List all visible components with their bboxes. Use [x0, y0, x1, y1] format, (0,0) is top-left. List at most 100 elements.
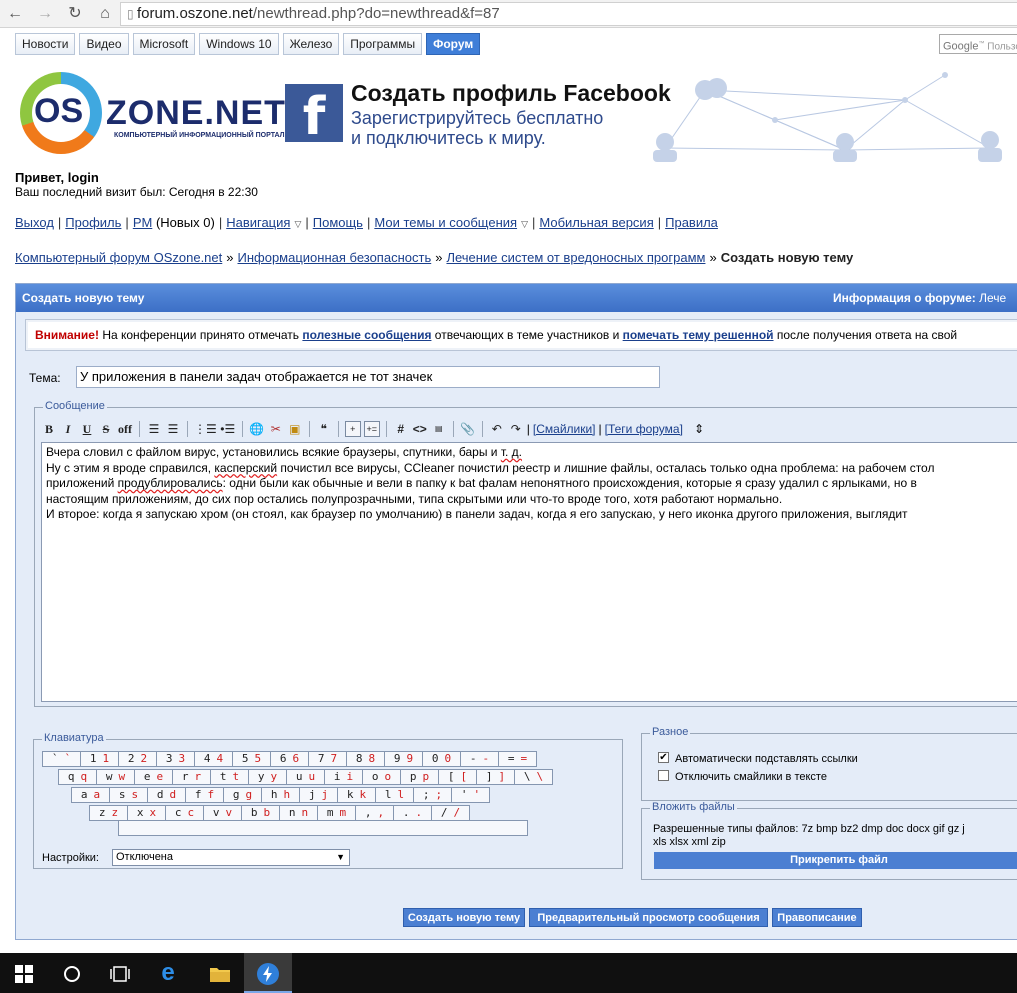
facebook-ad-banner[interactable]: f Создать профиль Facebook Зарегистрируй…: [285, 66, 1017, 164]
tab-video[interactable]: Видео: [79, 33, 129, 55]
forward-arrow-icon[interactable]: →: [34, 3, 56, 25]
site-logo[interactable]: OS ZONE.NET КОМПЬЮТЕРНЫЙ ИНФОРМАЦИОННЫЙ …: [20, 70, 285, 160]
php-icon[interactable]: ▤: [431, 420, 447, 438]
tab-programs[interactable]: Программы: [343, 33, 423, 55]
keyboard-key[interactable]: 55: [232, 751, 271, 767]
keyboard-key[interactable]: ' ': [451, 787, 490, 803]
underline-button[interactable]: U: [79, 420, 95, 438]
useful-posts-link[interactable]: полезные сообщения: [302, 328, 431, 342]
keyboard-key[interactable]: ii: [324, 769, 363, 785]
task-view-icon[interactable]: [96, 953, 144, 993]
tab-windows10[interactable]: Windows 10: [199, 33, 279, 55]
bold-button[interactable]: B: [41, 420, 57, 438]
mark-solved-link[interactable]: помечать тему решенной: [623, 328, 774, 342]
keyboard-key[interactable]: zz: [89, 805, 128, 821]
align-left-icon[interactable]: ☰: [146, 420, 162, 438]
keyboard-key[interactable]: jj: [299, 787, 338, 803]
resize-icon[interactable]: ⇕: [694, 422, 704, 436]
keyboard-key[interactable]: aa: [71, 787, 110, 803]
keyboard-key[interactable]: tt: [210, 769, 249, 785]
spellcheck-button[interactable]: Правописание: [772, 908, 862, 927]
align-justify-icon[interactable]: ☰: [165, 420, 181, 438]
keyboard-key[interactable]: kk: [337, 787, 376, 803]
ordered-list-icon[interactable]: ⋮☰: [194, 420, 217, 438]
keyboard-key[interactable]: ..: [393, 805, 432, 821]
keyboard-key[interactable]: ]]: [476, 769, 515, 785]
keyboard-key[interactable]: uu: [286, 769, 325, 785]
my-threads-dropdown-icon[interactable]: ▽: [521, 219, 528, 229]
breadcrumb-security[interactable]: Информационная безопасность: [238, 250, 432, 265]
reload-icon[interactable]: ↻: [64, 3, 86, 25]
redo-icon[interactable]: ↷: [508, 420, 524, 438]
back-arrow-icon[interactable]: ←: [4, 3, 26, 25]
disable-smilies-checkbox[interactable]: [658, 770, 669, 781]
rules-link[interactable]: Правила: [665, 215, 718, 230]
keyboard-key[interactable]: rr: [172, 769, 211, 785]
file-explorer-icon[interactable]: [196, 953, 244, 993]
keyboard-key[interactable]: [[: [438, 769, 477, 785]
expand-icon[interactable]: +: [344, 421, 361, 437]
home-icon[interactable]: ⌂: [94, 3, 116, 25]
insert-image-icon[interactable]: ▣: [287, 420, 303, 438]
keyboard-key[interactable]: ,,: [355, 805, 394, 821]
keyboard-key[interactable]: ll: [375, 787, 414, 803]
auto-links-checkbox[interactable]: ✔: [658, 752, 669, 763]
profile-link[interactable]: Профиль: [65, 215, 121, 230]
keyboard-key[interactable]: \ \: [514, 769, 553, 785]
strike-button[interactable]: S: [98, 420, 114, 438]
google-search-input[interactable]: Google™ Пользо: [939, 34, 1017, 54]
keyboard-key[interactable]: xx: [127, 805, 166, 821]
keyboard-key[interactable]: qq: [58, 769, 97, 785]
attach-clip-icon[interactable]: 📎: [460, 420, 476, 438]
keyboard-key[interactable]: 66: [270, 751, 309, 767]
keyboard-key[interactable]: gg: [223, 787, 262, 803]
pm-link[interactable]: PM: [133, 215, 153, 230]
keyboard-key[interactable]: yy: [248, 769, 287, 785]
keyboard-key[interactable]: nn: [279, 805, 318, 821]
help-link[interactable]: Помощь: [313, 215, 363, 230]
keyboard-key[interactable]: ww: [96, 769, 135, 785]
keyboard-key[interactable]: ;;: [413, 787, 452, 803]
preview-button[interactable]: Предварительный просмотр сообщения: [529, 908, 768, 927]
tab-forum[interactable]: Форум: [426, 33, 481, 55]
keyboard-key[interactable]: ` `: [42, 751, 81, 767]
edge-browser-icon[interactable]: e: [144, 953, 192, 993]
keyboard-key[interactable]: = =: [498, 751, 537, 767]
navigation-link[interactable]: Навигация: [226, 215, 290, 230]
off-button[interactable]: off: [117, 420, 133, 438]
keyboard-key[interactable]: 88: [346, 751, 385, 767]
keyboard-key[interactable]: ss: [109, 787, 148, 803]
quote-icon[interactable]: ❝: [316, 420, 332, 438]
keyboard-key[interactable]: bb: [241, 805, 280, 821]
cortana-search-icon[interactable]: [48, 953, 96, 993]
insert-link-icon[interactable]: 🌐: [249, 420, 265, 438]
keyboard-key[interactable]: vv: [203, 805, 242, 821]
mobile-version-link[interactable]: Мобильная версия: [539, 215, 653, 230]
forum-tags-link[interactable]: [Теги форума]: [605, 422, 683, 436]
breadcrumb-forum[interactable]: Компьютерный форум OSzone.net: [15, 250, 222, 265]
logout-link[interactable]: Выход: [15, 215, 54, 230]
keyboard-key[interactable]: dd: [147, 787, 186, 803]
keyboard-key[interactable]: / /: [431, 805, 470, 821]
keyboard-key[interactable]: 99: [384, 751, 423, 767]
hash-icon[interactable]: #: [393, 420, 409, 438]
app-lightning-icon[interactable]: [244, 953, 292, 993]
my-threads-link[interactable]: Мои темы и сообщения: [374, 215, 517, 230]
address-bar[interactable]: ▯ forum.oszone.net/newthread.php?do=newt…: [120, 2, 1017, 26]
smilies-link[interactable]: [Смайлики]: [533, 422, 596, 436]
tab-news[interactable]: Новости: [15, 33, 76, 55]
attach-file-button[interactable]: Прикрепить файл: [654, 852, 1017, 869]
windows-start-icon[interactable]: [0, 953, 48, 993]
message-textarea[interactable]: Вчера словил с файлом вирус, установилис…: [41, 442, 1017, 702]
create-thread-button[interactable]: Создать новую тему: [403, 908, 525, 927]
tab-hardware[interactable]: Железо: [282, 33, 340, 55]
keyboard-key[interactable]: hh: [261, 787, 300, 803]
keyboard-key[interactable]: 77: [308, 751, 347, 767]
keyboard-key[interactable]: cc: [165, 805, 204, 821]
keyboard-key[interactable]: 11: [80, 751, 119, 767]
spoiler-icon[interactable]: +=: [363, 421, 380, 437]
keyboard-key[interactable]: 33: [156, 751, 195, 767]
subject-input[interactable]: У приложения в панели задач отображается…: [76, 366, 660, 388]
keyboard-key[interactable]: 44: [194, 751, 233, 767]
keyboard-key[interactable]: mm: [317, 805, 356, 821]
